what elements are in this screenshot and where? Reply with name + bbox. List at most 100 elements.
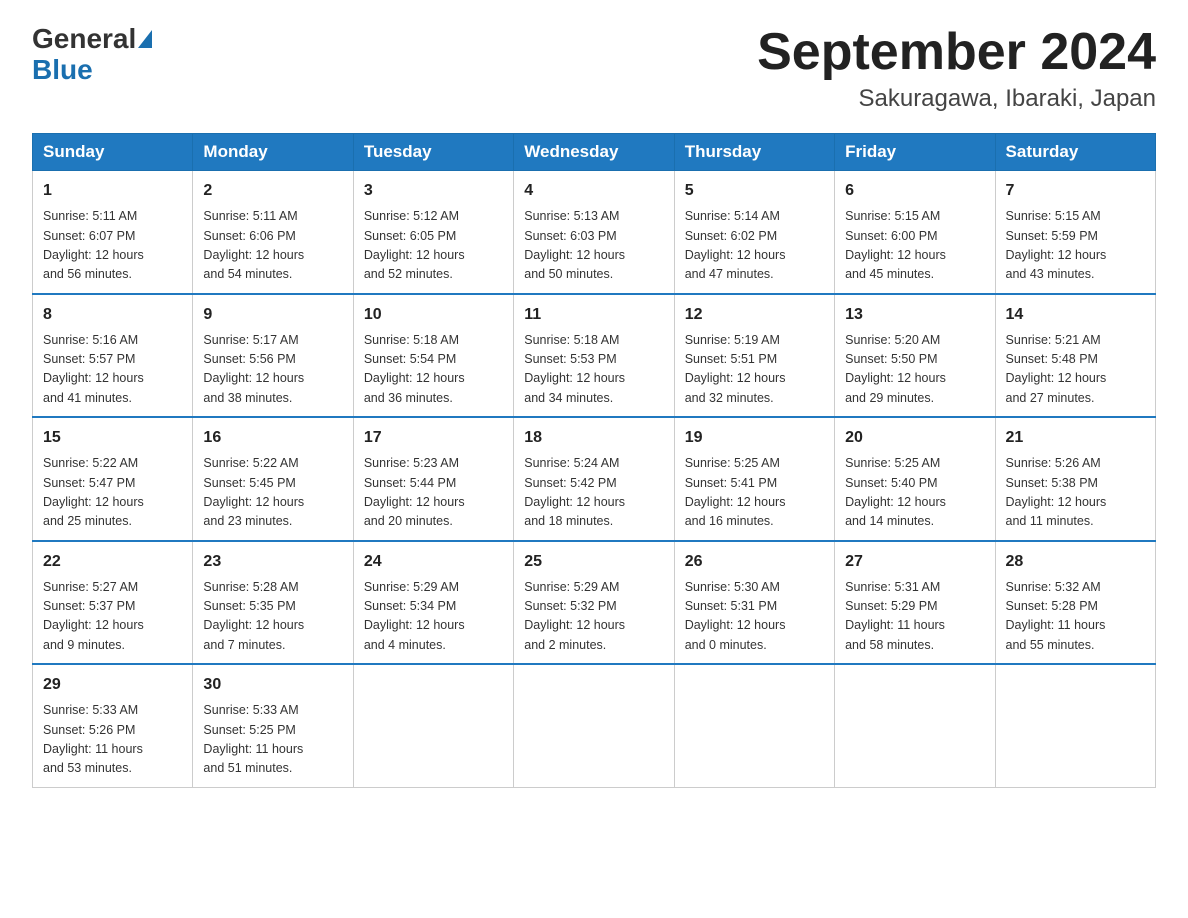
calendar-week-row: 22Sunrise: 5:27 AMSunset: 5:37 PMDayligh… [33,541,1156,665]
day-number: 9 [203,303,342,327]
day-number: 15 [43,426,182,450]
calendar-day-cell: 19Sunrise: 5:25 AMSunset: 5:41 PMDayligh… [674,417,834,541]
day-number: 23 [203,550,342,574]
weekday-header-sunday: Sunday [33,134,193,171]
calendar-day-cell: 23 Sunrise: 5:28 AMSunset: 5:35 PMDayligh… [193,541,353,665]
day-info: Sunrise: 5:28 AMSunset: 5:35 PMDaylight:… [203,578,342,656]
day-number: 12 [685,303,824,327]
day-number: 29 [43,673,182,697]
logo-triangle-icon [138,30,152,48]
day-number: 25 [524,550,663,574]
calendar-day-cell: 12 Sunrise: 5:19 AMSunset: 5:51 PMDayligh… [674,294,834,418]
weekday-header-saturday: Saturday [995,134,1155,171]
calendar-week-row: 15 Sunrise: 5:22 AMSunset: 5:47 PMDayligh… [33,417,1156,541]
calendar-day-cell: 4Sunrise: 5:13 AMSunset: 6:03 PMDaylight… [514,171,674,294]
day-info: Sunrise: 5:26 AMSunset: 5:38 PMDaylight:… [1006,454,1145,532]
day-info: Sunrise: 5:29 AMSunset: 5:32 PMDaylight:… [524,578,663,656]
page-header: General Blue September 2024 Sakuragawa, … [32,24,1156,113]
title-section: September 2024 Sakuragawa, Ibaraki, Japa… [757,24,1156,113]
day-number: 24 [364,550,503,574]
calendar-day-cell: 15 Sunrise: 5:22 AMSunset: 5:47 PMDayligh… [33,417,193,541]
logo-general-text: General [32,24,136,55]
calendar-day-cell: 24 Sunrise: 5:29 AMSunset: 5:34 PMDayligh… [353,541,513,665]
day-number: 2 [203,179,342,203]
day-number: 28 [1006,550,1145,574]
calendar-day-cell: 11 Sunrise: 5:18 AMSunset: 5:53 PMDayligh… [514,294,674,418]
day-number: 5 [685,179,824,203]
day-number: 1 [43,179,182,203]
calendar-day-cell: 26 Sunrise: 5:30 AMSunset: 5:31 PMDayligh… [674,541,834,665]
day-info: Sunrise: 5:17 AMSunset: 5:56 PMDaylight:… [203,331,342,409]
day-number: 10 [364,303,503,327]
weekday-header-wednesday: Wednesday [514,134,674,171]
weekday-header-thursday: Thursday [674,134,834,171]
day-info: Sunrise: 5:23 AMSunset: 5:44 PMDaylight:… [364,454,503,532]
calendar-day-cell [835,664,995,787]
day-number: 17 [364,426,503,450]
day-info: Sunrise: 5:20 AMSunset: 5:50 PMDaylight:… [845,331,984,409]
day-info: Sunrise: 5:21 AMSunset: 5:48 PMDaylight:… [1006,331,1145,409]
calendar-day-cell: 2 Sunrise: 5:11 AMSunset: 6:06 PMDaylight… [193,171,353,294]
calendar-day-cell [674,664,834,787]
day-number: 16 [203,426,342,450]
day-info: Sunrise: 5:24 AMSunset: 5:42 PMDaylight:… [524,454,663,532]
location-subtitle: Sakuragawa, Ibaraki, Japan [757,85,1156,113]
day-info: Sunrise: 5:14 AMSunset: 6:02 PMDaylight:… [685,207,824,285]
day-info: Sunrise: 5:11 AMSunset: 6:07 PMDaylight:… [43,207,182,285]
calendar-day-cell: 16 Sunrise: 5:22 AMSunset: 5:45 PMDayligh… [193,417,353,541]
logo-blue-text: Blue [32,54,93,85]
calendar-day-cell: 9 Sunrise: 5:17 AMSunset: 5:56 PMDaylight… [193,294,353,418]
weekday-header-friday: Friday [835,134,995,171]
calendar-day-cell [995,664,1155,787]
day-info: Sunrise: 5:18 AMSunset: 5:53 PMDaylight:… [524,331,663,409]
calendar-day-cell: 20Sunrise: 5:25 AMSunset: 5:40 PMDayligh… [835,417,995,541]
weekday-header-tuesday: Tuesday [353,134,513,171]
calendar-week-row: 29Sunrise: 5:33 AMSunset: 5:26 PMDayligh… [33,664,1156,787]
calendar-day-cell: 10 Sunrise: 5:18 AMSunset: 5:54 PMDayligh… [353,294,513,418]
logo: General Blue [32,24,154,86]
day-number: 8 [43,303,182,327]
day-info: Sunrise: 5:19 AMSunset: 5:51 PMDaylight:… [685,331,824,409]
day-number: 26 [685,550,824,574]
day-info: Sunrise: 5:33 AMSunset: 5:25 PMDaylight:… [203,701,342,779]
day-number: 11 [524,303,663,327]
calendar-day-cell: 28Sunrise: 5:32 AMSunset: 5:28 PMDayligh… [995,541,1155,665]
day-number: 3 [364,179,503,203]
calendar-table: SundayMondayTuesdayWednesdayThursdayFrid… [32,133,1156,788]
day-number: 18 [524,426,663,450]
day-info: Sunrise: 5:27 AMSunset: 5:37 PMDaylight:… [43,578,182,656]
weekday-header-monday: Monday [193,134,353,171]
day-number: 6 [845,179,984,203]
day-number: 13 [845,303,984,327]
calendar-day-cell: 14Sunrise: 5:21 AMSunset: 5:48 PMDayligh… [995,294,1155,418]
day-info: Sunrise: 5:22 AMSunset: 5:45 PMDaylight:… [203,454,342,532]
day-info: Sunrise: 5:22 AMSunset: 5:47 PMDaylight:… [43,454,182,532]
calendar-day-cell: 25 Sunrise: 5:29 AMSunset: 5:32 PMDayligh… [514,541,674,665]
calendar-day-cell [514,664,674,787]
day-number: 30 [203,673,342,697]
day-info: Sunrise: 5:30 AMSunset: 5:31 PMDaylight:… [685,578,824,656]
day-info: Sunrise: 5:18 AMSunset: 5:54 PMDaylight:… [364,331,503,409]
calendar-day-cell: 21Sunrise: 5:26 AMSunset: 5:38 PMDayligh… [995,417,1155,541]
day-info: Sunrise: 5:11 AMSunset: 6:06 PMDaylight:… [203,207,342,285]
day-number: 20 [845,426,984,450]
calendar-day-cell [353,664,513,787]
calendar-week-row: 8 Sunrise: 5:16 AMSunset: 5:57 PMDaylight… [33,294,1156,418]
calendar-day-cell: 3Sunrise: 5:12 AMSunset: 6:05 PMDaylight… [353,171,513,294]
day-info: Sunrise: 5:31 AMSunset: 5:29 PMDaylight:… [845,578,984,656]
calendar-day-cell: 7Sunrise: 5:15 AMSunset: 5:59 PMDaylight… [995,171,1155,294]
calendar-day-cell: 27 Sunrise: 5:31 AMSunset: 5:29 PMDayligh… [835,541,995,665]
calendar-day-cell: 1 Sunrise: 5:11 AMSunset: 6:07 PMDaylight… [33,171,193,294]
calendar-day-cell: 13 Sunrise: 5:20 AMSunset: 5:50 PMDayligh… [835,294,995,418]
calendar-day-cell: 30 Sunrise: 5:33 AMSunset: 5:25 PMDayligh… [193,664,353,787]
weekday-header-row: SundayMondayTuesdayWednesdayThursdayFrid… [33,134,1156,171]
day-number: 7 [1006,179,1145,203]
calendar-week-row: 1 Sunrise: 5:11 AMSunset: 6:07 PMDaylight… [33,171,1156,294]
day-info: Sunrise: 5:29 AMSunset: 5:34 PMDaylight:… [364,578,503,656]
day-info: Sunrise: 5:16 AMSunset: 5:57 PMDaylight:… [43,331,182,409]
calendar-day-cell: 29Sunrise: 5:33 AMSunset: 5:26 PMDayligh… [33,664,193,787]
day-info: Sunrise: 5:25 AMSunset: 5:41 PMDaylight:… [685,454,824,532]
month-year-title: September 2024 [757,24,1156,81]
day-number: 27 [845,550,984,574]
calendar-day-cell: 17 Sunrise: 5:23 AMSunset: 5:44 PMDayligh… [353,417,513,541]
